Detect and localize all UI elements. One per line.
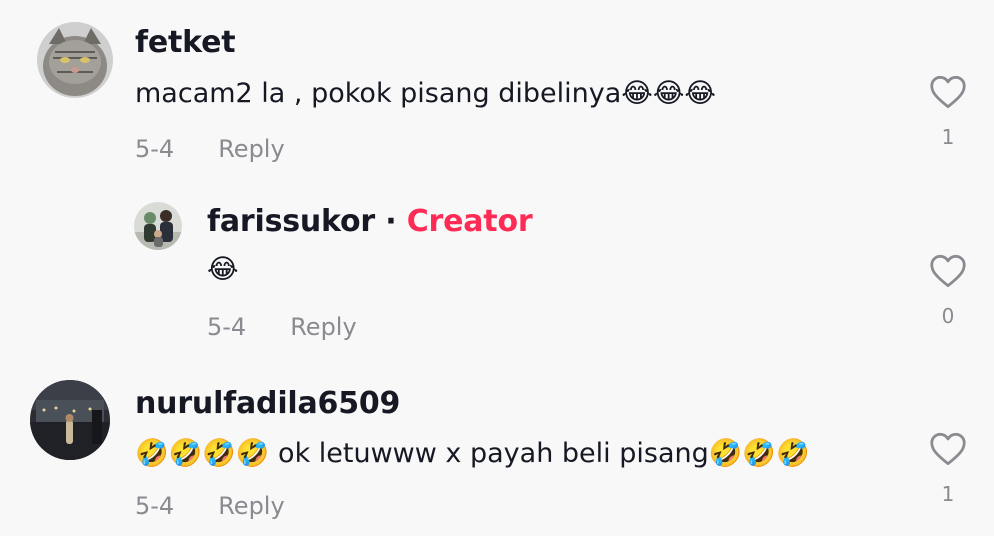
comment-text: 😂 [207, 254, 239, 285]
like-button[interactable]: 0 [924, 254, 972, 328]
comment-username[interactable]: nurulfadila6509 [135, 386, 400, 421]
like-count: 1 [941, 482, 955, 506]
like-count: 0 [941, 304, 955, 328]
user-avatar[interactable] [37, 22, 113, 98]
comment-meta: 5-4 Reply [135, 492, 285, 520]
heart-icon[interactable] [929, 432, 967, 466]
reply-button[interactable]: Reply [218, 492, 284, 520]
reply-item: farissukor · Creator 😂 5-4 Reply 0 [0, 180, 994, 360]
comment-meta: 5-4 Reply [207, 313, 357, 341]
user-avatar[interactable] [134, 202, 182, 250]
comment-date: 5-4 [135, 492, 175, 520]
comment-text: macam2 la , pokok pisang dibelinya😂😂😂 [135, 78, 716, 109]
family-photo-avatar-icon [134, 202, 182, 250]
comment-text: 🤣🤣🤣🤣 ok letuwww x payah beli pisang🤣🤣🤣 [135, 438, 810, 469]
reply-username-row: farissukor · Creator [207, 204, 533, 239]
comment-username[interactable]: farissukor [207, 204, 375, 239]
heart-icon[interactable] [929, 254, 967, 288]
separator-dot: · [385, 204, 397, 239]
creator-badge: Creator [406, 204, 533, 239]
like-button[interactable]: 1 [924, 75, 972, 149]
comment-item: fetket macam2 la , pokok pisang dibeliny… [0, 0, 994, 180]
reply-button[interactable]: Reply [218, 135, 284, 163]
like-button[interactable]: 1 [924, 432, 972, 506]
like-count: 1 [941, 125, 955, 149]
comment-item: nurulfadila6509 🤣🤣🤣🤣 ok letuwww x payah … [0, 360, 994, 536]
user-avatar[interactable] [30, 380, 110, 460]
comment-date: 5-4 [135, 135, 175, 163]
cat-avatar-icon [37, 22, 113, 98]
comment-date: 5-4 [207, 313, 247, 341]
comment-username[interactable]: fetket [135, 25, 236, 60]
city-photo-avatar-icon [30, 380, 110, 460]
heart-icon[interactable] [929, 75, 967, 109]
comment-meta: 5-4 Reply [135, 135, 285, 163]
reply-button[interactable]: Reply [290, 313, 356, 341]
